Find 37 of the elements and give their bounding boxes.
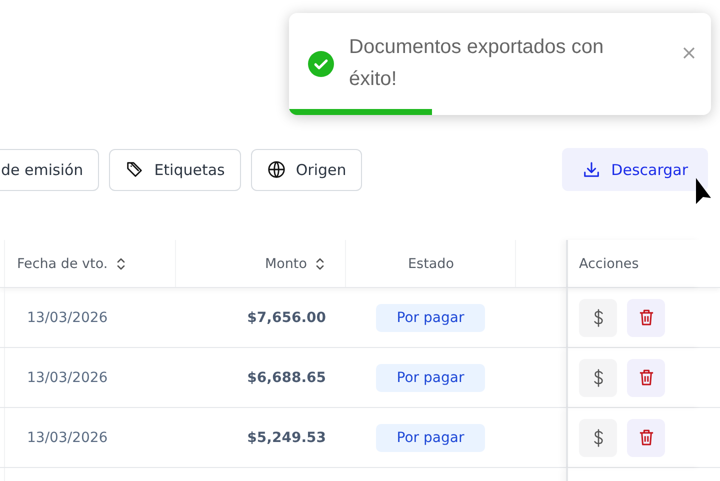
status-badge: Por pagar <box>376 364 486 392</box>
dollar-icon <box>592 368 604 388</box>
pay-button[interactable] <box>579 358 617 396</box>
globe-icon <box>266 160 286 179</box>
tag-icon <box>125 160 144 179</box>
dollar-icon <box>592 428 604 448</box>
delete-button[interactable] <box>627 418 665 456</box>
amount-cell: $6,688.65 <box>247 370 326 386</box>
trash-icon <box>638 309 654 326</box>
due-date-cell: 13/03/2026 <box>27 430 108 446</box>
toast-message: Documentos exportados con éxito! <box>349 35 605 92</box>
amount-cell: $5,249.53 <box>247 430 326 446</box>
filter-button[interactable]: Origen <box>250 148 362 190</box>
column-header: Acciones <box>579 256 639 272</box>
sort-icon[interactable] <box>116 256 126 272</box>
status-badge: Por pagar <box>376 304 486 332</box>
due-date-cell: 13/03/2026 <box>27 370 108 386</box>
success-check-icon <box>308 51 334 77</box>
pay-button[interactable] <box>579 298 617 336</box>
column-header: Estado <box>408 256 454 272</box>
sort-icon[interactable] <box>315 256 325 272</box>
trash-icon <box>638 429 654 446</box>
amount-cell: $7,656.00 <box>247 310 326 326</box>
filter-button[interactable]: de emisión <box>0 148 100 190</box>
column-header[interactable]: Monto <box>264 256 307 272</box>
trash-icon <box>638 369 654 386</box>
filter-button[interactable]: Etiquetas <box>109 148 241 190</box>
status-badge: Por pagar <box>376 424 486 452</box>
close-icon[interactable] <box>683 47 695 59</box>
delete-button[interactable] <box>627 358 665 396</box>
pay-button[interactable] <box>579 418 617 456</box>
dollar-icon <box>592 308 604 328</box>
due-date-cell: 13/03/2026 <box>27 310 108 326</box>
download-icon <box>582 160 602 179</box>
column-header[interactable]: Fecha de vto. <box>17 256 108 272</box>
delete-button[interactable] <box>627 298 665 336</box>
download-button[interactable]: Descargar <box>562 148 708 191</box>
